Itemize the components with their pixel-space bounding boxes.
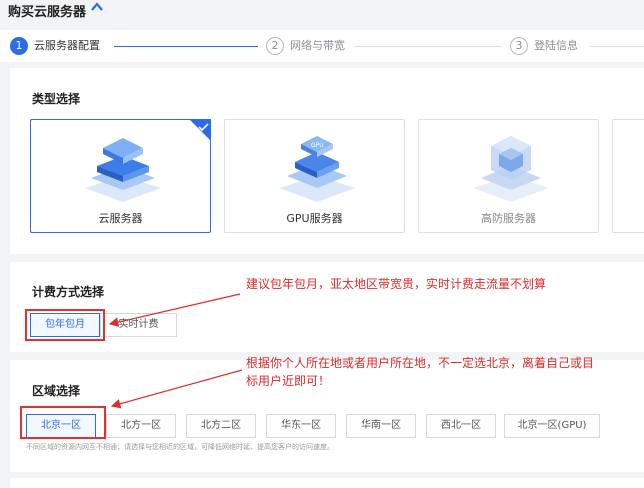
next-section-edge xyxy=(10,478,644,488)
billing-section-title: 计费方式选择 xyxy=(32,285,105,299)
type-card-gpu-server[interactable]: GPU GPU服务器 xyxy=(224,119,405,233)
step-3-circle: 3 xyxy=(510,37,528,55)
type-card-next[interactable] xyxy=(612,119,644,233)
region-hint-text: 不同区域的资源内网互不相通；请选择与您相近的区域，可降低网络时延、提高您客户的访… xyxy=(26,443,334,451)
type-card-ddos-server[interactable]: 高防服务器 xyxy=(418,119,599,233)
region-option-north-1[interactable]: 北方一区 xyxy=(106,414,176,438)
gpu-chip-text: GPU xyxy=(311,142,324,149)
annotation-region-text-line2: 标用户近即可！ xyxy=(246,374,331,388)
stepper: 1 云服务器配置 2 网络与带宽 3 登陆信息 xyxy=(0,30,644,62)
type-card-gpu-server-label: GPU服务器 xyxy=(286,212,343,225)
annotation-box-region xyxy=(20,406,106,439)
annotation-region-text-line1: 根据你个人所在地或者用户所在地，不一定选北京，离着自己或目 xyxy=(246,356,595,370)
step-1-circle: 1 xyxy=(10,37,28,55)
ddos-server-icon xyxy=(473,136,549,202)
step-1-label: 云服务器配置 xyxy=(34,39,100,52)
type-card-cloud-server-label: 云服务器 xyxy=(98,212,143,225)
type-section-title: 类型选择 xyxy=(32,92,81,106)
selected-corner-check-icon xyxy=(189,119,211,141)
annotation-box-billing xyxy=(25,309,105,341)
type-card-ddos-server-label: 高防服务器 xyxy=(481,212,536,225)
region-option-south-1[interactable]: 华南一区 xyxy=(346,414,416,438)
cloud-server-icon xyxy=(85,138,161,202)
page-title: 购买云服务器 xyxy=(8,5,87,20)
type-card-cloud-server[interactable]: 云服务器 xyxy=(30,119,211,233)
annotation-billing-text: 建议包年包月，亚太地区带宽贵，实时计费走流量不划算 xyxy=(246,277,547,291)
chevron-up-icon[interactable] xyxy=(90,0,104,14)
region-option-east-1[interactable]: 华东一区 xyxy=(266,414,336,438)
region-option-northwest-1[interactable]: 西北一区 xyxy=(426,414,496,438)
region-option-beijing-1-gpu[interactable]: 北京一区(GPU) xyxy=(504,414,600,438)
step-2-label: 网络与带宽 xyxy=(290,39,345,52)
gpu-server-icon: GPU xyxy=(279,136,355,202)
step-2-circle: 2 xyxy=(266,37,284,55)
region-section-title: 区域选择 xyxy=(32,384,81,398)
step-connector-2 xyxy=(354,46,502,47)
billing-option-realtime[interactable]: 实时计费 xyxy=(100,313,177,337)
region-option-north-2[interactable]: 北方二区 xyxy=(186,414,256,438)
type-section: 类型选择 云服务器 GPU GPU服务器 高防服务器 xyxy=(10,68,644,254)
step-3-label: 登陆信息 xyxy=(534,39,578,52)
step-connector-3 xyxy=(590,46,644,47)
step-connector-1 xyxy=(114,46,258,47)
